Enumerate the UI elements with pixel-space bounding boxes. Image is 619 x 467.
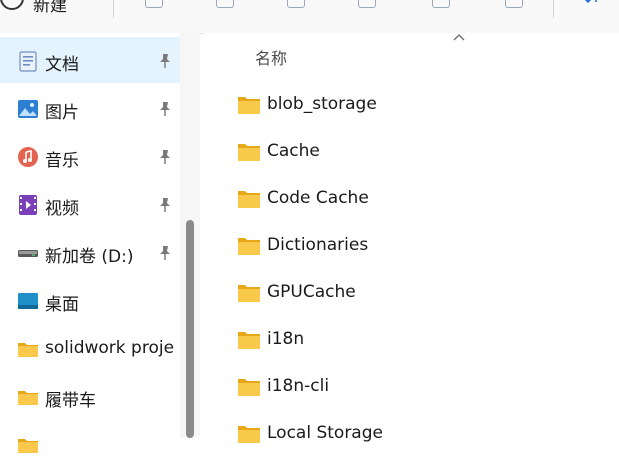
rename-icon[interactable]	[358, 0, 376, 8]
folder-icon	[238, 379, 260, 396]
file-name: Local Storage	[267, 423, 383, 443]
sidebar-item-label: 履带车	[45, 391, 96, 411]
delete-icon[interactable]	[505, 0, 523, 8]
folder-icon	[238, 144, 260, 161]
file-name: Code Cache	[267, 188, 369, 208]
pin-icon[interactable]	[157, 101, 173, 117]
toolbar-separator	[113, 0, 114, 18]
sidebar-item-pictures[interactable]: 图片	[0, 85, 180, 131]
sidebar-item-tracked-vehicle[interactable]: 履带车	[0, 373, 180, 419]
file-row[interactable]: Dictionaries	[205, 223, 619, 270]
cut-icon[interactable]	[145, 0, 163, 8]
file-name: i18n-cli	[267, 376, 330, 396]
file-row[interactable]: i18n-cli	[205, 364, 619, 411]
pin-icon[interactable]	[157, 197, 173, 213]
file-list: 名称 blob_storage Cache Code Cache Diction…	[205, 33, 619, 443]
file-name: Dictionaries	[267, 235, 369, 255]
drive-icon	[18, 250, 38, 257]
folder-icon	[238, 97, 260, 114]
sidebar-item-label: 视频	[45, 199, 79, 219]
file-row[interactable]: Cache	[205, 129, 619, 176]
folder-icon	[18, 343, 38, 357]
pin-icon[interactable]	[157, 245, 173, 261]
sidebar-scrollbar-thumb[interactable]	[186, 220, 194, 438]
copy-icon[interactable]	[216, 0, 234, 8]
folder-icon	[18, 391, 38, 405]
sidebar-item-drive-d[interactable]: 新加卷 (D:)	[0, 229, 180, 275]
sidebar-item-music[interactable]: 音乐	[0, 133, 180, 179]
sidebar-item-label: 桌面	[45, 295, 79, 315]
toolbar-separator	[553, 0, 554, 18]
folder-icon	[238, 332, 260, 349]
sidebar-item-label: 新加卷 (D:)	[45, 247, 134, 267]
file-row[interactable]: blob_storage	[205, 82, 619, 129]
sidebar-item-folder[interactable]	[0, 421, 180, 467]
pin-icon[interactable]	[157, 53, 173, 69]
sidebar-item-documents[interactable]: 文档	[0, 37, 180, 83]
sidebar-item-label: 文档	[45, 55, 79, 75]
file-row[interactable]: Local Storage	[205, 411, 619, 458]
documents-icon	[19, 51, 37, 72]
sidebar-item-solidwork-project[interactable]: solidwork proje	[0, 325, 180, 371]
share-icon[interactable]	[432, 0, 450, 8]
new-button[interactable]: 新建	[33, 0, 67, 16]
sidebar-item-label: 图片	[45, 103, 79, 123]
file-name: i18n	[267, 329, 305, 349]
new-icon[interactable]	[0, 0, 24, 10]
desktop-icon	[18, 293, 38, 309]
sidebar-item-desktop[interactable]: 桌面	[0, 277, 180, 323]
column-header-name[interactable]: 名称	[255, 45, 287, 69]
folder-icon	[238, 238, 260, 255]
pictures-icon	[18, 100, 38, 118]
videos-icon	[19, 195, 37, 215]
file-name: GPUCache	[267, 282, 356, 302]
music-icon	[18, 147, 38, 167]
sidebar-item-label: solidwork proje	[45, 338, 175, 358]
file-row[interactable]: i18n	[205, 317, 619, 364]
pin-icon[interactable]	[157, 149, 173, 165]
file-name: blob_storage	[267, 94, 377, 114]
folder-icon	[238, 426, 260, 443]
sidebar-item-label: 音乐	[45, 151, 79, 171]
paste-icon[interactable]	[287, 0, 305, 8]
sort-ascending-icon	[453, 34, 465, 41]
sort-icon[interactable]	[585, 0, 599, 6]
command-bar: 新建	[0, 0, 619, 34]
file-row[interactable]: Code Cache	[205, 176, 619, 223]
sidebar-item-videos[interactable]: 视频	[0, 181, 180, 227]
folder-icon	[18, 439, 38, 453]
file-name: Cache	[267, 141, 320, 161]
navigation-pane: 文档 图片 音乐 视频 新加卷 (D:) 桌面 solidwork proje …	[0, 33, 180, 453]
folder-icon	[238, 285, 260, 302]
folder-icon	[238, 191, 260, 208]
file-row[interactable]: GPUCache	[205, 270, 619, 317]
